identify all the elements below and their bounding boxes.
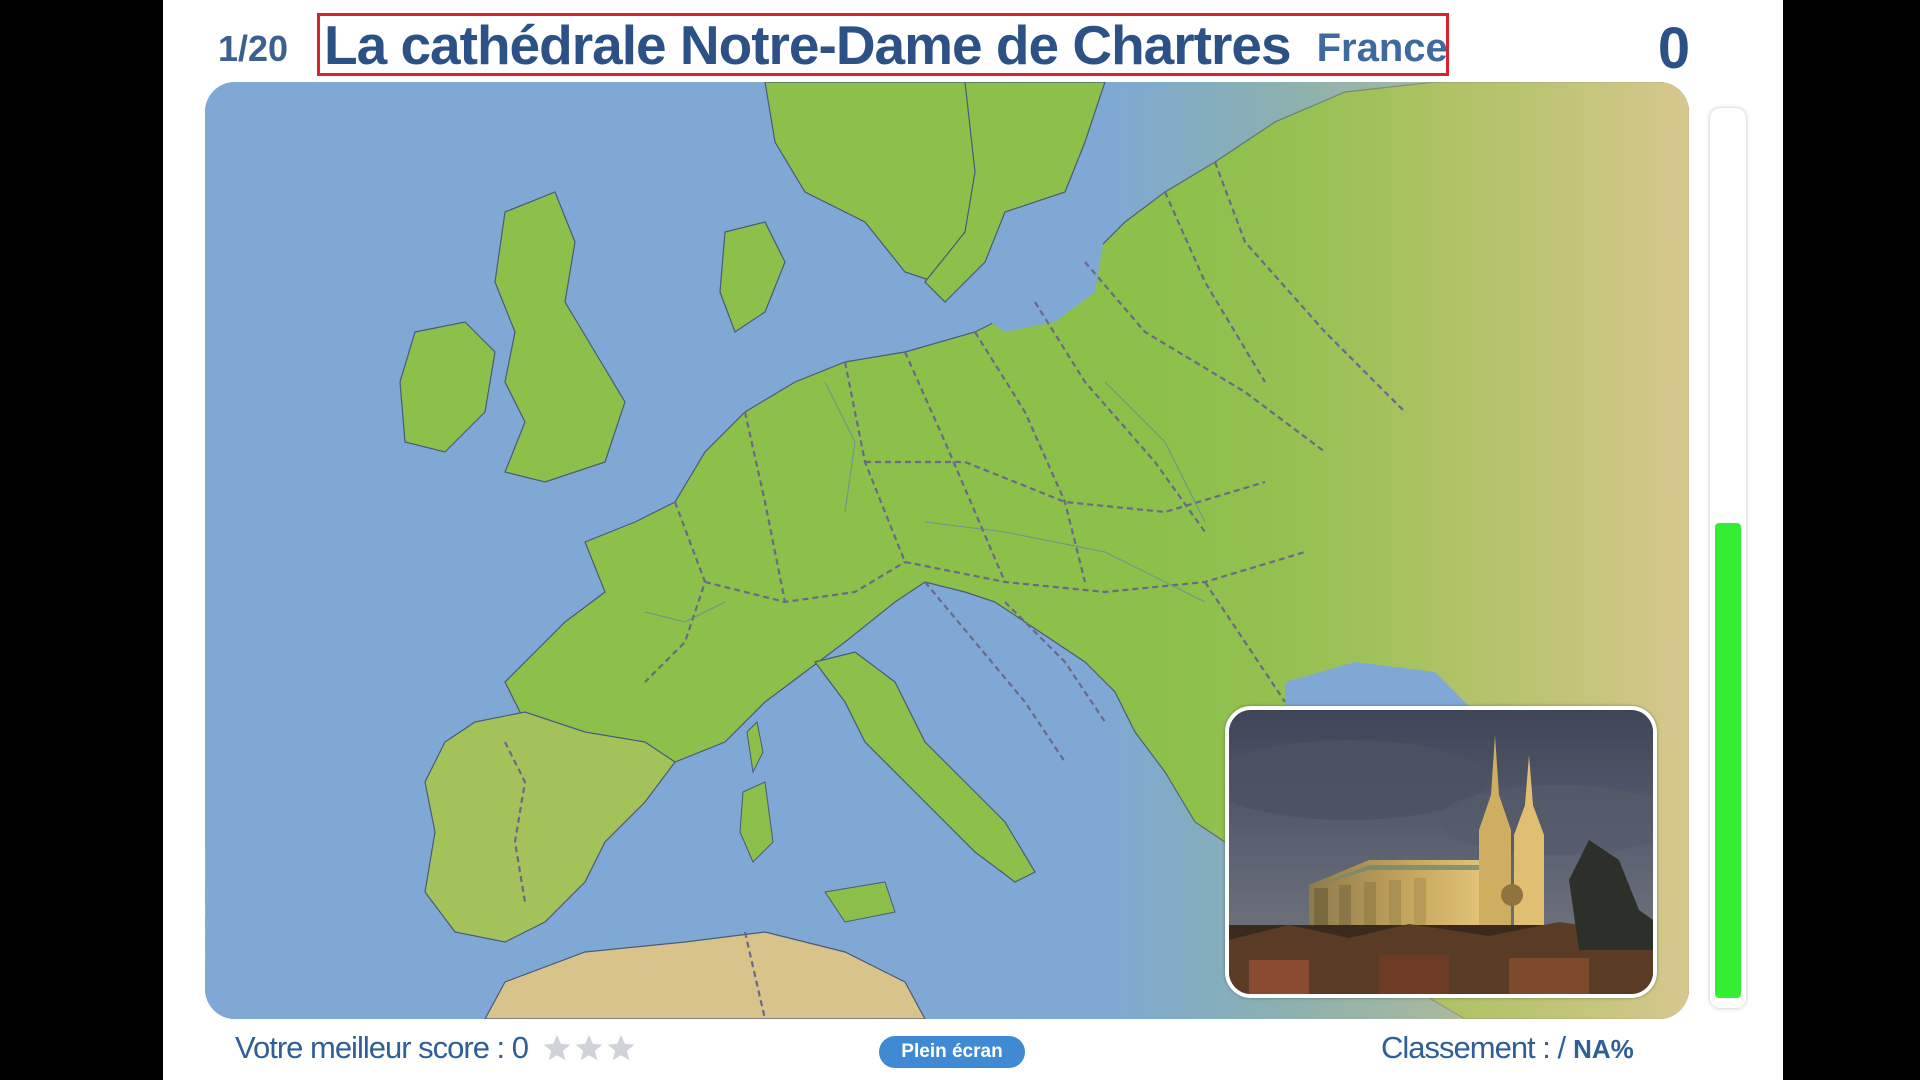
score-value: 0 bbox=[1657, 16, 1691, 81]
timer-gauge-fill bbox=[1715, 522, 1741, 998]
game-frame: 1/20 La cathédrale Notre-Dame de Chartre… bbox=[163, 0, 1783, 1080]
cathedral-illustration bbox=[1229, 710, 1653, 994]
star-icon bbox=[543, 1034, 571, 1061]
question-box: La cathédrale Notre-Dame de Chartres Fra… bbox=[317, 13, 1449, 76]
question-title: La cathédrale Notre-Dame de Chartres bbox=[324, 13, 1292, 76]
fullscreen-button[interactable]: Plein écran bbox=[879, 1036, 1025, 1068]
star-icon bbox=[575, 1034, 603, 1061]
score-stars bbox=[542, 1033, 638, 1063]
map-credit: towns_eur_tresors bbox=[205, 846, 209, 962]
ranking-label: Classement : / bbox=[1381, 1030, 1566, 1065]
best-score: Votre meilleur score : 0 bbox=[235, 1030, 638, 1066]
question-country: France bbox=[1316, 26, 1448, 70]
best-score-label: Votre meilleur score : 0 bbox=[235, 1030, 529, 1065]
timer-gauge bbox=[1710, 108, 1746, 1008]
question-counter: 1/20 bbox=[218, 28, 289, 69]
ranking-value: NA% bbox=[1573, 1034, 1634, 1064]
landmark-photo bbox=[1225, 706, 1657, 998]
ranking: Classement : / NA% bbox=[1381, 1030, 1634, 1066]
star-icon bbox=[607, 1034, 635, 1061]
